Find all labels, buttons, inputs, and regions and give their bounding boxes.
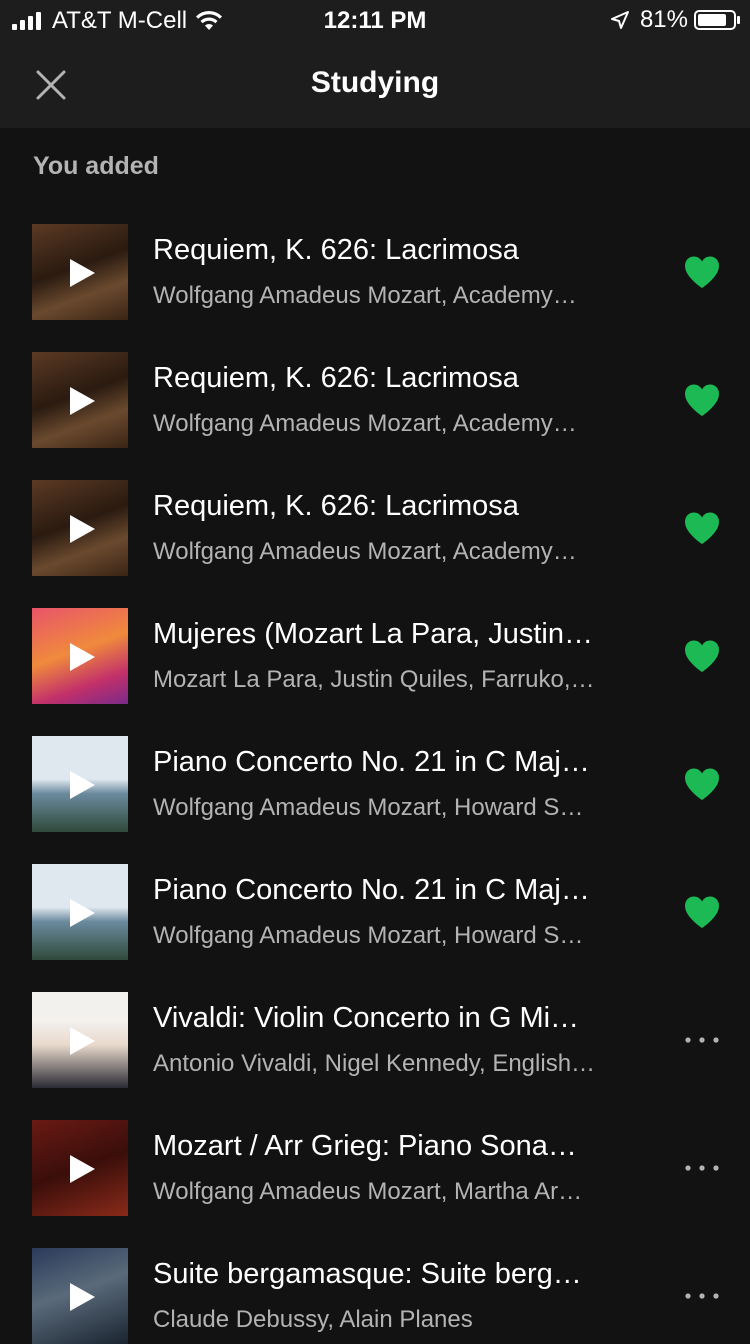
album-art[interactable] xyxy=(32,736,128,832)
location-arrow-icon xyxy=(610,11,629,29)
track-row[interactable]: Vivaldi: Violin Concerto in G Mi… Antonio… xyxy=(0,992,750,1088)
track-title: Requiem, K. 626: Lacrimosa xyxy=(153,234,519,266)
track-artist: Wolfgang Amadeus Mozart, Martha Ar… xyxy=(153,1178,583,1205)
track-artist: Mozart La Para, Justin Quiles, Farruko,… xyxy=(153,666,595,693)
album-art[interactable] xyxy=(32,480,128,576)
track-row[interactable]: Piano Concerto No. 21 in C Maj… Wolfgang … xyxy=(0,736,750,832)
album-art[interactable] xyxy=(32,608,128,704)
album-art[interactable] xyxy=(32,352,128,448)
heart-icon[interactable] xyxy=(683,895,721,929)
play-icon[interactable] xyxy=(68,514,96,544)
play-icon[interactable] xyxy=(68,642,96,672)
track-row[interactable]: Suite bergamasque: Suite berg… Claude Deb… xyxy=(0,1248,750,1344)
play-icon[interactable] xyxy=(68,770,96,800)
track-artist: Wolfgang Amadeus Mozart, Howard S… xyxy=(153,922,584,949)
album-art[interactable] xyxy=(32,224,128,320)
track-title: Piano Concerto No. 21 in C Maj… xyxy=(153,746,590,778)
heart-icon[interactable] xyxy=(683,511,721,545)
track-row[interactable]: Requiem, K. 626: Lacrimosa Wolfgang Amade… xyxy=(0,352,750,448)
track-row[interactable]: Requiem, K. 626: Lacrimosa Wolfgang Amade… xyxy=(0,224,750,320)
track-title: Mozart / Arr Grieg: Piano Sona… xyxy=(153,1130,577,1162)
track-artist: Wolfgang Amadeus Mozart, Howard S… xyxy=(153,794,584,821)
album-art[interactable] xyxy=(32,1248,128,1344)
album-art[interactable] xyxy=(32,864,128,960)
play-icon[interactable] xyxy=(68,386,96,416)
heart-icon[interactable] xyxy=(683,383,721,417)
more-icon[interactable] xyxy=(683,1028,721,1052)
track-title: Mujeres (Mozart La Para, Justin… xyxy=(153,618,593,650)
battery-icon xyxy=(694,10,740,30)
track-row[interactable]: Requiem, K. 626: Lacrimosa Wolfgang Amade… xyxy=(0,480,750,576)
heart-icon[interactable] xyxy=(683,639,721,673)
play-icon[interactable] xyxy=(68,1026,96,1056)
track-title: Requiem, K. 626: Lacrimosa xyxy=(153,490,519,522)
track-title: Piano Concerto No. 21 in C Maj… xyxy=(153,874,590,906)
track-title: Requiem, K. 626: Lacrimosa xyxy=(153,362,519,394)
track-row[interactable]: Mujeres (Mozart La Para, Justin… Mozart L… xyxy=(0,608,750,704)
page-title: Studying xyxy=(310,66,440,99)
play-icon[interactable] xyxy=(68,898,96,928)
track-title: Suite bergamasque: Suite berg… xyxy=(153,1258,582,1290)
play-icon[interactable] xyxy=(68,1154,96,1184)
album-art[interactable] xyxy=(32,992,128,1088)
track-row[interactable]: Piano Concerto No. 21 in C Maj… Wolfgang … xyxy=(0,864,750,960)
track-artist: Wolfgang Amadeus Mozart, Academy… xyxy=(153,538,577,565)
play-icon[interactable] xyxy=(68,258,96,288)
track-title: Vivaldi: Violin Concerto in G Mi… xyxy=(153,1002,580,1034)
track-artist: Wolfgang Amadeus Mozart, Academy… xyxy=(153,410,577,437)
track-artist: Claude Debussy, Alain Planes xyxy=(153,1306,473,1333)
play-icon[interactable] xyxy=(68,1282,96,1312)
status-right: 81% xyxy=(610,6,740,34)
heart-icon[interactable] xyxy=(683,255,721,289)
status-bar: AT&T M-Cell 12:11 PM 81% xyxy=(0,0,750,42)
more-icon[interactable] xyxy=(683,1156,721,1180)
battery-percent: 81% xyxy=(639,6,688,33)
heart-icon[interactable] xyxy=(683,767,721,801)
track-row[interactable]: Mozart / Arr Grieg: Piano Sona… Wolfgang … xyxy=(0,1120,750,1216)
track-artist: Antonio Vivaldi, Nigel Kennedy, English… xyxy=(153,1050,596,1077)
more-icon[interactable] xyxy=(683,1284,721,1308)
section-heading: You added xyxy=(33,152,159,180)
track-artist: Wolfgang Amadeus Mozart, Academy… xyxy=(153,282,577,309)
playlist-header: Studying xyxy=(0,42,750,128)
album-art[interactable] xyxy=(32,1120,128,1216)
